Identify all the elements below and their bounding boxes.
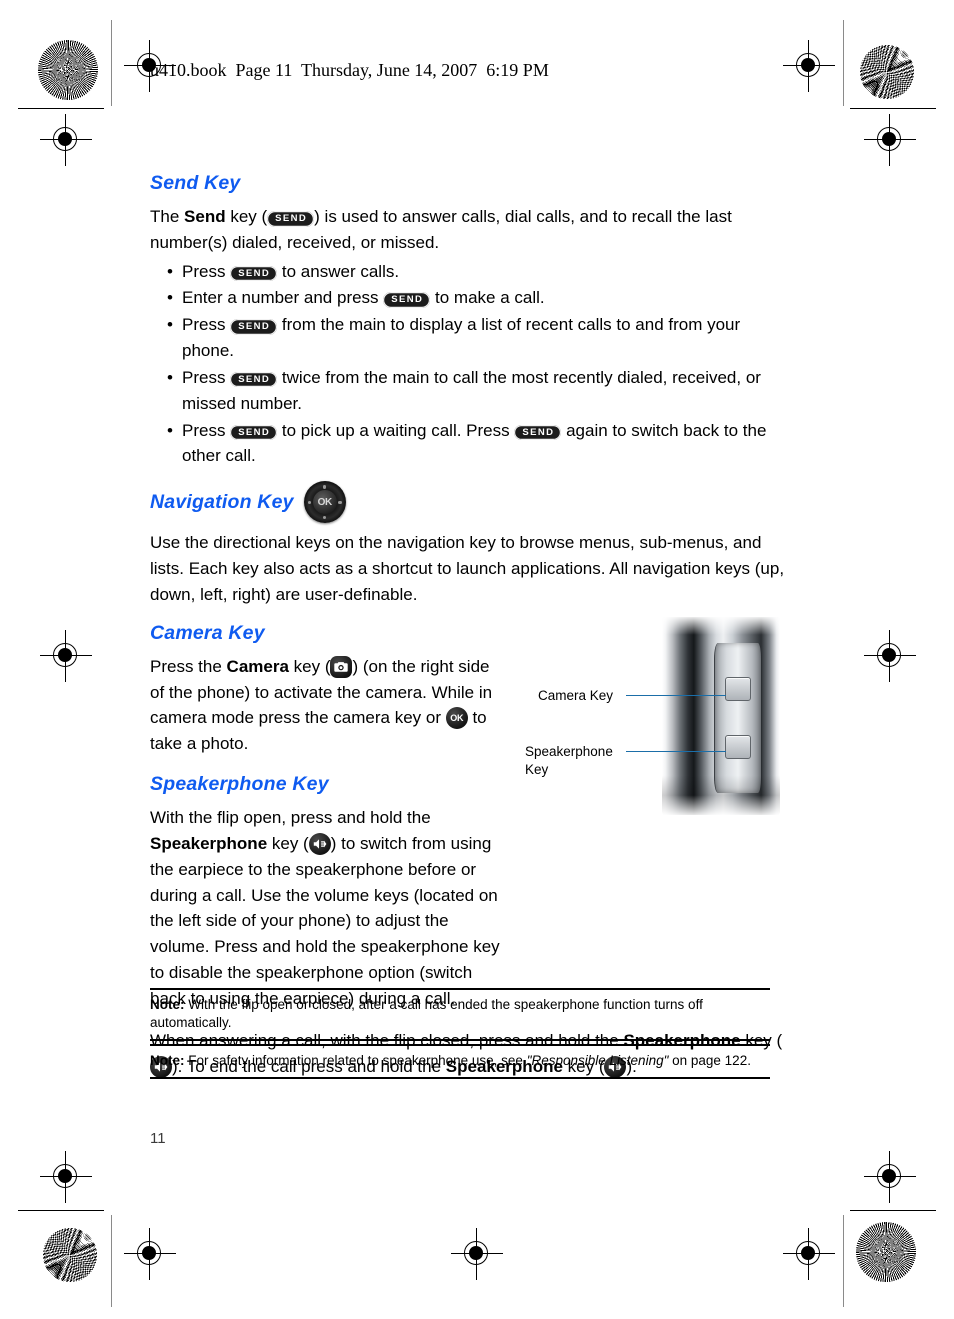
registration-target-center-left [40,630,92,682]
camera-text-a: Press the [150,656,227,676]
section-heading-camera-key-label: Camera Key [150,621,265,644]
camera-text-bold: Camera [226,656,289,676]
trim-line-right-bottom [843,1215,844,1307]
send-key-icon: SEND [267,211,315,227]
list-item: Press SEND to answer calls. [167,259,790,285]
trim-line-right [843,20,844,106]
camera-key-body: Press the Camera key () (on the right si… [150,654,505,757]
registration-target-lower-right [864,1151,916,1203]
navigation-key-ok-label: OK [317,496,333,508]
phone-side-panel [714,643,762,793]
speakerphone-key-icon [308,832,331,855]
section-heading-send-key: Send Key [150,172,790,195]
registration-target-center-right [864,630,916,682]
registration-target-mid-left [40,114,92,166]
note-1-label: Note: [150,997,185,1012]
trim-rule-top-left [18,108,104,110]
list-item: Press SEND twice from the main to call t… [167,365,790,417]
trim-line-left [111,20,112,106]
registration-target-bottom-right [783,1228,835,1280]
registration-target-bottom-center [451,1228,503,1280]
callout-speakerphone-line1: Speakerphone [525,744,613,759]
send-intro-bold: Send [184,207,226,226]
camera-key-icon [330,655,353,678]
send-key-icon: SEND [514,424,562,441]
phone-camera-key-bump [725,677,751,701]
note-1-body: With the flip open or closed, after a ca… [150,997,703,1031]
list-item: Press SEND from the main to display a li… [167,312,790,364]
registration-moire-bottom-left [43,1228,97,1282]
navigation-key-icon: OK [303,481,346,524]
registration-target-mid-right [864,114,916,166]
ok-key-label: OK [450,712,464,723]
spk-text-a: With the flip open, press and hold the [150,808,431,828]
send-key-bullet-list: Press SEND to answer calls. Enter a numb… [150,259,790,470]
phone-speakerphone-key-bump [725,735,751,759]
note-2-text: Note: For safety information related to … [150,1052,770,1070]
trim-rule-top-right [850,108,936,110]
callout-label-camera-key: Camera Key [538,688,614,703]
callout-label-speakerphone-key: Speakerphone Key [525,743,613,778]
phone-photo-image [662,617,780,815]
note-2-label: Note: [150,1053,185,1068]
note-2-body-a: For safety information related to speake… [184,1053,527,1068]
navigation-key-body: Use the directional keys on the navigati… [150,533,785,604]
send-intro-text-a: The [150,207,185,226]
bullet-2-text-a: Enter a number and press [182,288,384,308]
camera-text-c: key ( [288,656,331,676]
section-heading-navigation-key: Navigation Key OK [150,481,790,524]
send-key-intro: The Send key (SEND) is used to answer ca… [150,204,790,256]
send-key-icon: SEND [230,424,278,441]
registration-target-lower-left [40,1151,92,1203]
page-number: 11 [150,1130,166,1147]
ok-key-icon: OK [445,707,468,730]
bullet-5-text-a: Press [182,420,231,440]
list-item: Press SEND to pick up a waiting call. Pr… [167,418,790,470]
trim-rule-bottom-right [850,1210,936,1212]
note-2-reference-title: "Responsible Listening" [526,1053,669,1068]
callout-line-camera-key [626,695,726,697]
registration-target-bottom-left [124,1228,176,1280]
bullet-2-text-b: to make a call. [430,288,545,308]
speakerphone-body-1: With the flip open, press and hold the S… [150,805,790,1012]
bullet-3-text-a: Press [182,315,231,335]
callout-line-speakerphone-key [626,751,726,753]
registration-target-top-right [783,40,835,92]
list-item: Enter a number and press SEND to make a … [167,285,790,311]
send-key-icon: SEND [230,265,278,282]
bullet-1-text-b: to answer calls. [277,261,400,281]
spk-text-c: key ( [267,833,309,853]
note-box-2: Note: For safety information related to … [150,1044,770,1080]
callout-speakerphone-line2: Key [525,761,549,777]
section-heading-navigation-key-label: Navigation Key [150,490,294,513]
send-key-icon: SEND [230,371,278,388]
trim-rule-bottom-left [18,1210,104,1212]
send-intro-text-c: key ( [225,207,268,226]
registration-burst-bottom-right [856,1222,916,1282]
spk-text-d: ) to switch from using the earpiece to t… [150,833,500,1008]
bullet-5-text-b: to pick up a waiting call. Press [277,420,515,440]
bullet-1-text-a: Press [182,261,231,281]
send-key-icon: SEND [230,319,278,335]
note-box-1: Note: With the flip open or closed, afte… [150,988,770,1042]
section-heading-send-key-label: Send Key [150,172,241,194]
trim-line-left-bottom [111,1215,112,1307]
registration-burst-top-left [38,40,98,100]
send-key-icon: SEND [383,292,431,308]
spk-text-bold: Speakerphone [150,833,268,853]
running-header: u410.book Page 11 Thursday, June 14, 200… [150,60,549,80]
phone-side-photo: Camera Key Speakerphone Key [520,617,790,822]
registration-moire-top-right [860,45,914,99]
note-2-body-c: on page 122. [668,1053,751,1068]
section-heading-speakerphone-key-label: Speakerphone Key [150,773,329,796]
note-1-text: Note: With the flip open or closed, afte… [150,996,770,1032]
bullet-4-text-a: Press [182,367,231,387]
